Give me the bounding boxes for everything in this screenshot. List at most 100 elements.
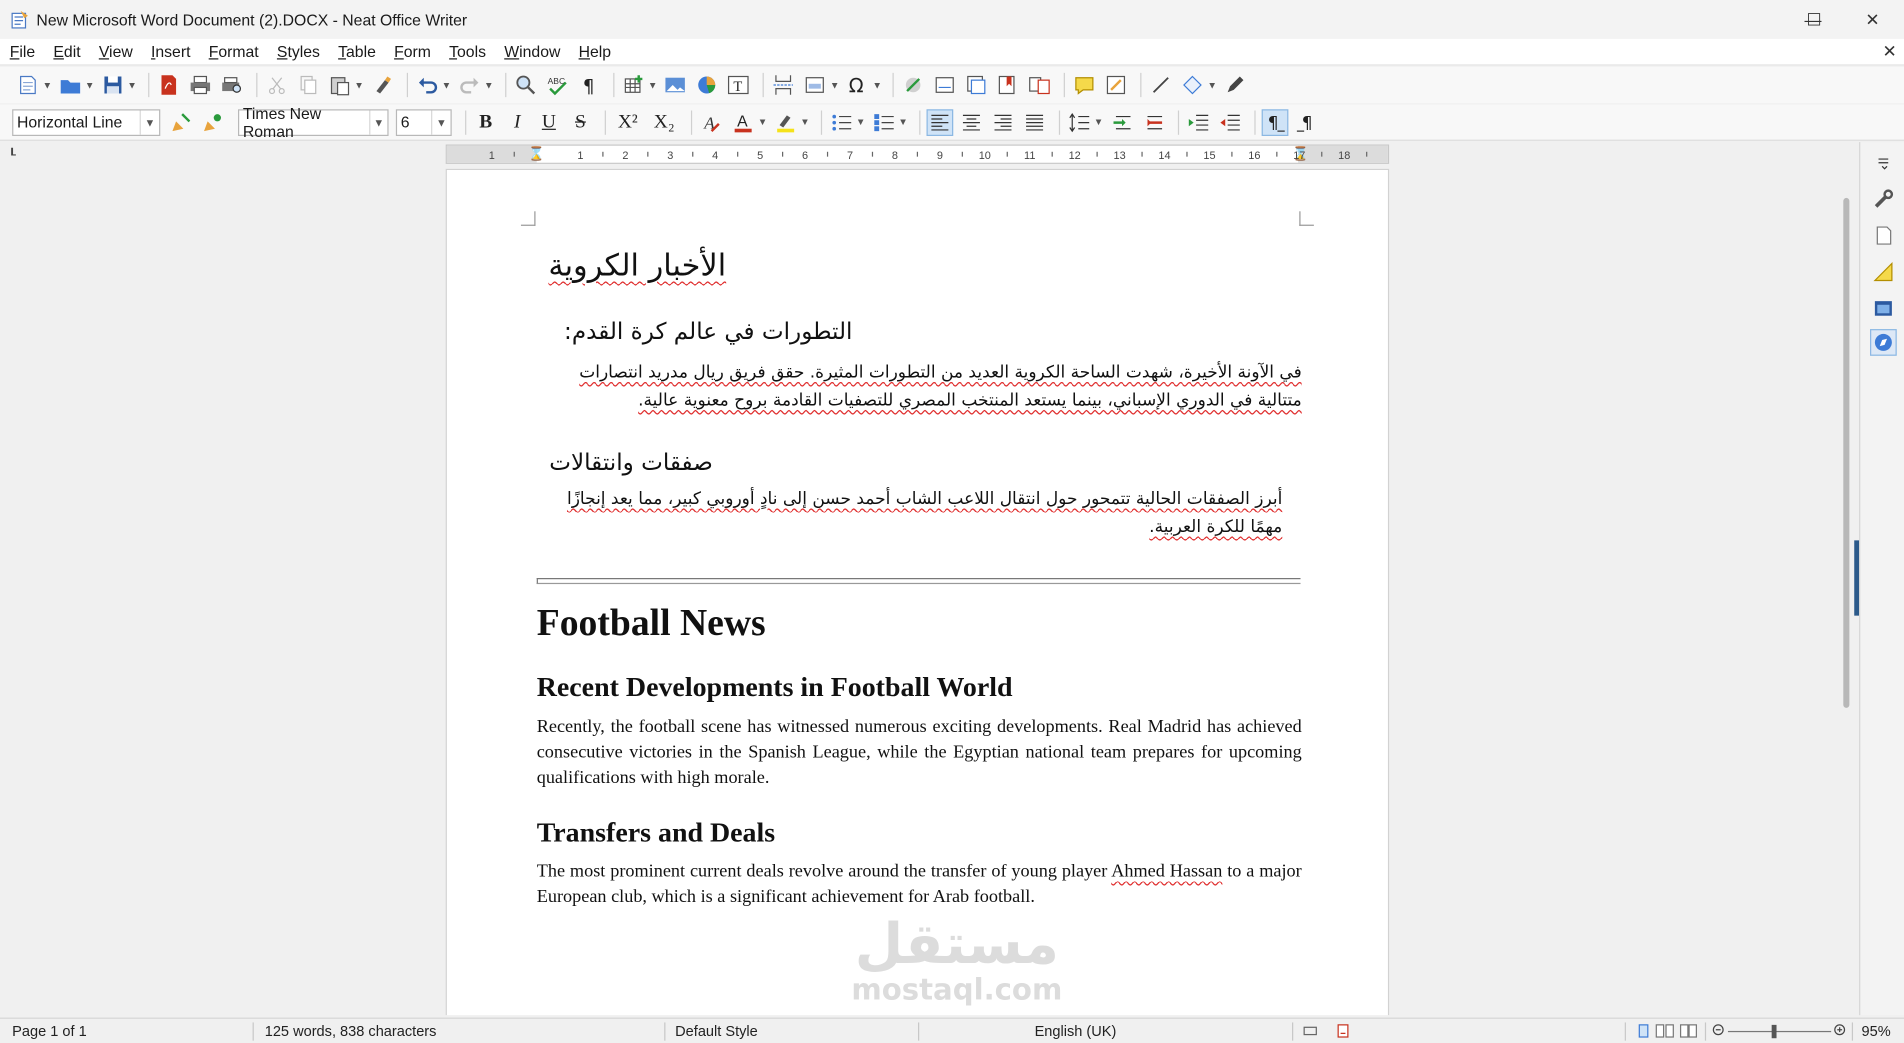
clone-formatting-button[interactable]: [369, 72, 396, 99]
find-replace-button[interactable]: [512, 72, 539, 99]
update-style-button[interactable]: [168, 109, 195, 136]
chevron-down-icon[interactable]: ▼: [856, 117, 866, 128]
arabic-heading-transfers[interactable]: صفقات وانتقالات: [537, 449, 713, 476]
english-heading-transfers[interactable]: Transfers and Deals: [537, 817, 775, 849]
highlight-color-button[interactable]: [772, 109, 799, 136]
chevron-down-icon[interactable]: ▼: [1207, 80, 1217, 91]
formatting-marks-button[interactable]: ¶: [575, 72, 602, 99]
vertical-scrollbar[interactable]: [1840, 142, 1861, 1016]
insert-page-break-button[interactable]: [770, 72, 797, 99]
text-language[interactable]: English (UK): [1035, 1022, 1117, 1039]
left-to-right-button[interactable]: ¶: [1261, 108, 1288, 136]
font-name-select[interactable]: Times New Roman ▼: [238, 104, 389, 140]
book-view-icon[interactable]: [1679, 1024, 1698, 1042]
arabic-paragraph-transfers[interactable]: أبرز الصفقات الحالية تتمحور حول انتقال ا…: [537, 486, 1282, 542]
open-button[interactable]: [57, 72, 84, 99]
insert-cross-reference-button[interactable]: [1026, 72, 1053, 99]
chevron-down-icon[interactable]: ▼: [758, 117, 768, 128]
line-spacing-button[interactable]: [1066, 109, 1093, 136]
numbering-button[interactable]: [870, 109, 897, 136]
basic-shapes-button[interactable]: [1179, 72, 1206, 99]
insert-table-button[interactable]: [620, 72, 647, 99]
menu-item-form[interactable]: Form: [384, 43, 439, 61]
close-window-button[interactable]: ✕: [1845, 0, 1901, 39]
zoom-slider-track[interactable]: [1727, 1030, 1832, 1033]
justify-button[interactable]: [1021, 109, 1048, 136]
cut-button[interactable]: [263, 72, 290, 99]
track-changes-button[interactable]: [1103, 72, 1130, 99]
selection-mode-icon[interactable]: [1303, 1024, 1318, 1042]
new-style-button[interactable]: [199, 109, 226, 136]
undo-button[interactable]: [414, 72, 441, 99]
chevron-down-icon[interactable]: ▼: [872, 80, 882, 91]
underline-button[interactable]: U: [536, 109, 563, 136]
zoom-slider-handle[interactable]: [1771, 1024, 1777, 1039]
single-page-view-icon[interactable]: [1636, 1024, 1651, 1042]
english-title[interactable]: Football News: [537, 601, 766, 645]
redo-button[interactable]: [456, 72, 483, 99]
sidebar-page-button[interactable]: [1870, 222, 1897, 249]
sidebar-properties-button[interactable]: [1870, 186, 1897, 213]
chevron-down-icon[interactable]: ▼: [442, 80, 452, 91]
english-paragraph-transfers[interactable]: The most prominent current deals revolve…: [537, 860, 1302, 911]
insert-textbox-button[interactable]: T: [725, 72, 752, 99]
new-document-button[interactable]: [15, 72, 42, 99]
insert-footnote-button[interactable]: [932, 72, 959, 99]
font-color-button[interactable]: A: [730, 109, 757, 136]
decrease-indent-button[interactable]: [1216, 109, 1243, 136]
chevron-down-icon[interactable]: ▼: [1094, 117, 1104, 128]
word-count[interactable]: 125 words, 838 characters: [265, 1022, 437, 1039]
menu-item-styles[interactable]: Styles: [267, 43, 328, 61]
document-workspace[interactable]: ┖ ⌛ ⌛ 1 1 2 3 4 5 6 7 8 9 10 11 12 13 14 15 16 17 18 الأخب…: [0, 142, 1841, 1016]
bold-button[interactable]: B: [472, 109, 499, 136]
increase-paragraph-spacing-button[interactable]: [1108, 109, 1135, 136]
copy-button[interactable]: [295, 72, 322, 99]
arabic-title[interactable]: الأخبار الكروية: [537, 248, 726, 283]
insert-comment-button[interactable]: [1071, 72, 1098, 99]
sidebar-styles-button[interactable]: [1870, 259, 1897, 286]
scrollbar-thumb[interactable]: [1843, 197, 1850, 708]
zoom-out-icon[interactable]: [1712, 1022, 1724, 1039]
chevron-down-icon[interactable]: ▼: [800, 117, 810, 128]
menu-item-edit[interactable]: Edit: [44, 43, 89, 61]
paragraph-style-select[interactable]: Horizontal Line ▼: [12, 108, 161, 136]
chevron-down-icon[interactable]: ▼: [368, 109, 387, 135]
multi-page-view-icon[interactable]: [1655, 1024, 1674, 1042]
insert-image-button[interactable]: [662, 72, 689, 99]
tab-stop-selector[interactable]: ┖: [9, 149, 16, 162]
insert-line-button[interactable]: [1148, 72, 1175, 99]
save-button[interactable]: [99, 72, 126, 99]
menu-item-window[interactable]: Window: [495, 43, 569, 61]
insert-endnote-button[interactable]: [963, 72, 990, 99]
arabic-paragraph-developments[interactable]: في الآونة الأخيرة، شهدت الساحة الكروية ا…: [532, 359, 1301, 415]
chevron-down-icon[interactable]: ▼: [898, 117, 908, 128]
horizontal-ruler[interactable]: ⌛ ⌛ 1 1 2 3 4 5 6 7 8 9 10 11 12 13 14 15 16 17 18: [445, 144, 1390, 164]
sidebar-navigator-button[interactable]: [1870, 329, 1897, 356]
align-center-button[interactable]: [958, 109, 985, 136]
zoom-in-icon[interactable]: [1834, 1022, 1846, 1039]
page-style[interactable]: Default Style: [675, 1022, 758, 1039]
chevron-down-icon[interactable]: ▼: [354, 80, 364, 91]
right-to-left-button[interactable]: ¶: [1293, 109, 1320, 136]
increase-indent-button[interactable]: [1185, 109, 1212, 136]
chevron-down-icon[interactable]: ▼: [484, 80, 494, 91]
paste-button[interactable]: [326, 72, 353, 99]
chevron-down-icon[interactable]: ▼: [127, 80, 137, 91]
maximize-button[interactable]: ☐: [1786, 0, 1842, 39]
chevron-down-icon[interactable]: ▼: [431, 109, 450, 135]
decrease-paragraph-spacing-button[interactable]: [1140, 109, 1167, 136]
english-heading-developments[interactable]: Recent Developments in Football World: [537, 672, 1013, 704]
horizontal-line[interactable]: [536, 578, 1301, 585]
insert-special-character-button[interactable]: Ω: [844, 72, 871, 99]
insert-bookmark-button[interactable]: [995, 72, 1022, 99]
sidebar-menu-button[interactable]: [1870, 149, 1897, 176]
menu-item-help[interactable]: Help: [569, 43, 620, 61]
draw-button[interactable]: [1222, 72, 1249, 99]
print-button[interactable]: [187, 72, 214, 99]
insert-chart-button[interactable]: [694, 72, 721, 99]
insert-field-button[interactable]: [802, 72, 829, 99]
insert-hyperlink-button[interactable]: [900, 72, 927, 99]
arabic-heading-developments[interactable]: التطورات في عالم كرة القدم:: [537, 318, 852, 345]
strikethrough-button[interactable]: S: [567, 109, 594, 136]
menu-item-insert[interactable]: Insert: [141, 43, 199, 61]
